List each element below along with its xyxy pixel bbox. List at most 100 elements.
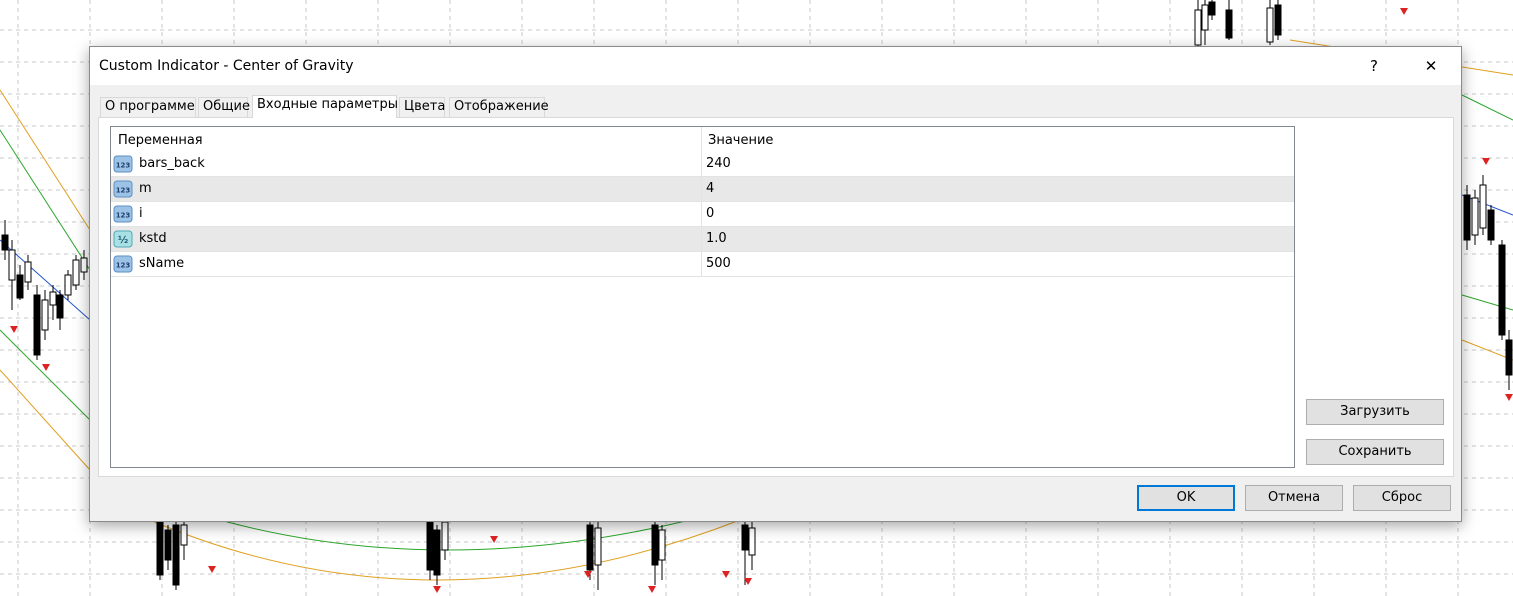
save-button[interactable]: Сохранить [1306, 439, 1444, 465]
signal-arrow [1505, 394, 1513, 401]
candle-body [1479, 184, 1487, 229]
cell-divider [701, 252, 702, 277]
param-value[interactable]: 0 [706, 206, 714, 221]
candle-body [49, 291, 57, 306]
candle-body [64, 274, 72, 296]
integer-icon: 123 [113, 180, 133, 198]
double-icon: ½ [113, 230, 133, 248]
candle-body [172, 524, 180, 586]
candle-body [1208, 1, 1216, 16]
param-name: kstd [139, 231, 167, 246]
table-row[interactable]: 123 sName 500 [111, 252, 1294, 277]
candle-body [1505, 339, 1513, 376]
reset-button[interactable]: Сброс [1353, 485, 1451, 511]
candle-body [1274, 4, 1282, 36]
candle-body [1498, 244, 1506, 336]
param-name: m [139, 181, 152, 196]
svg-text:½: ½ [118, 235, 128, 246]
indicator-curve [0, 369, 91, 471]
integer-icon: 123 [113, 155, 133, 173]
tab-visualization[interactable]: Отображение [449, 97, 549, 117]
candle-body [24, 261, 32, 283]
param-value[interactable]: 240 [706, 156, 731, 171]
indicator-curve [1461, 94, 1513, 121]
candle-body [1201, 4, 1209, 31]
candle-body [1, 234, 9, 251]
svg-text:123: 123 [116, 187, 131, 195]
candle-body [180, 524, 188, 546]
grid-header: Переменная Значение [111, 127, 1294, 152]
candle-body [33, 294, 41, 356]
candle-body [156, 521, 164, 576]
load-button[interactable]: Загрузить [1306, 399, 1444, 425]
candle-body [16, 274, 24, 299]
candle-body [1487, 209, 1495, 241]
svg-text:123: 123 [116, 212, 131, 220]
param-value[interactable]: 500 [706, 256, 731, 271]
indicator-curve [219, 519, 691, 551]
table-row[interactable]: ½ kstd 1.0 [111, 227, 1294, 252]
candle-body [586, 524, 594, 571]
indicator-curve [0, 89, 91, 231]
candle-body [426, 521, 434, 571]
candle-body [1266, 7, 1274, 43]
cell-divider [701, 152, 702, 177]
candle-body [41, 299, 49, 331]
candle-body [1471, 197, 1479, 236]
candle-body [80, 257, 88, 273]
tab-common[interactable]: Общие [198, 97, 250, 117]
cell-divider [701, 227, 702, 252]
header-variable[interactable]: Переменная [118, 133, 203, 148]
table-row[interactable]: 123 bars_back 240 [111, 152, 1294, 177]
cell-divider [701, 177, 702, 202]
parameters-grid: Переменная Значение 123 bars_back 240 12… [110, 126, 1295, 468]
candle-body [741, 524, 749, 551]
integer-icon: 123 [113, 205, 133, 223]
candle-body [164, 529, 172, 561]
candle-body [1194, 9, 1202, 46]
param-value[interactable]: 1.0 [706, 231, 727, 246]
candle-body [1463, 194, 1471, 241]
cell-divider [701, 202, 702, 227]
signal-arrow [42, 364, 50, 371]
param-name: sName [139, 256, 185, 271]
ok-button[interactable]: OK [1137, 485, 1235, 511]
candle-body [651, 524, 659, 566]
tab-inputs[interactable]: Входные параметры [252, 95, 398, 118]
tab-colors[interactable]: Цвета [399, 97, 445, 117]
table-row[interactable]: 123 m 4 [111, 177, 1294, 202]
header-value[interactable]: Значение [708, 133, 773, 148]
indicator-curve [0, 129, 91, 271]
param-value[interactable]: 4 [706, 181, 714, 196]
signal-arrow [1400, 8, 1408, 15]
candle-body [1225, 9, 1233, 39]
tab-about[interactable]: О программе [100, 97, 196, 117]
param-name: bars_back [139, 156, 205, 171]
close-button[interactable]: ✕ [1408, 47, 1454, 85]
candle-body [441, 521, 449, 551]
candle-body [8, 249, 16, 281]
signal-arrow [208, 566, 216, 573]
candle-body [658, 529, 666, 561]
integer-icon: 123 [113, 255, 133, 273]
candle-body [56, 294, 64, 319]
candle-body [433, 529, 441, 576]
signal-arrow [10, 326, 18, 333]
signal-arrow [433, 586, 441, 593]
signal-arrow [648, 586, 656, 593]
cancel-button[interactable]: Отмена [1245, 485, 1343, 511]
svg-text:123: 123 [116, 262, 131, 270]
indicator-dialog: Custom Indicator - Center of Gravity ? ✕… [89, 46, 1462, 522]
param-name: i [139, 206, 143, 221]
indicator-curve [0, 329, 91, 421]
svg-text:123: 123 [116, 162, 131, 170]
dialog-titlebar: Custom Indicator - Center of Gravity ? ✕ [90, 47, 1461, 85]
candle-body [72, 259, 80, 286]
inputs-panel: Переменная Значение 123 bars_back 240 12… [98, 117, 1454, 477]
help-button[interactable]: ? [1351, 47, 1397, 85]
table-row[interactable]: 123 i 0 [111, 202, 1294, 227]
signal-arrow [1482, 158, 1490, 165]
candle-body [748, 527, 756, 556]
candle-body [594, 527, 602, 566]
dialog-title: Custom Indicator - Center of Gravity [99, 58, 354, 74]
